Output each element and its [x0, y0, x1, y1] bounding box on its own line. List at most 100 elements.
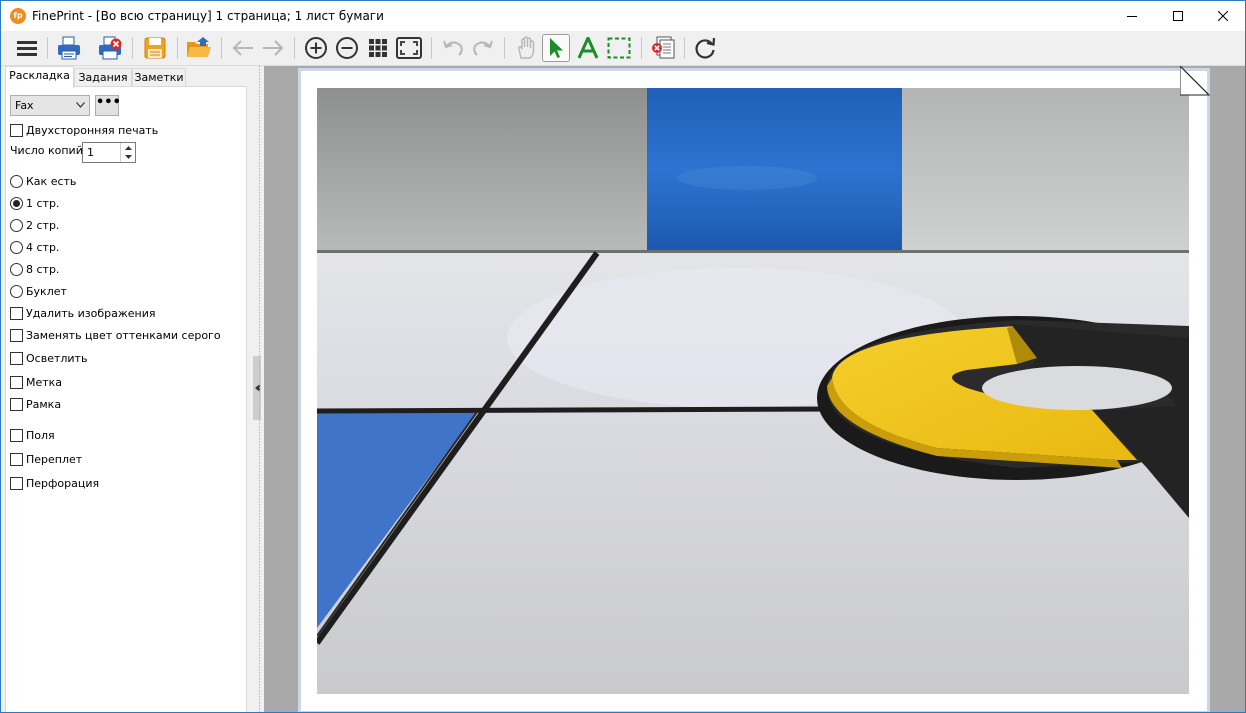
more-options-button[interactable]: ••• [95, 95, 121, 116]
border-label: Рамка [26, 397, 62, 411]
printer-select[interactable]: Fax [10, 95, 90, 116]
undo-button[interactable] [439, 34, 467, 62]
radio-4-pages-label: 4 стр. [26, 240, 60, 254]
app-logo-icon: fp [10, 8, 26, 24]
perforation-checkbox[interactable]: Перфорация [10, 475, 99, 491]
fit-page-button[interactable] [395, 34, 423, 62]
stepper-up-icon[interactable] [121, 143, 135, 152]
perforation-label: Перфорация [26, 476, 100, 490]
title-bar[interactable]: fp FinePrint - [Во всю страницу] 1 стран… [1, 1, 1245, 31]
radio-8-pages[interactable]: 8 стр. [10, 261, 59, 277]
marquee-select-button[interactable] [605, 34, 633, 62]
duplex-checkbox[interactable]: Двухсторонняя печать [10, 122, 158, 138]
stamp-label: Метка [26, 375, 63, 389]
layout-tab-content: Fax ••• Двухсторонняя печать Число копий… [5, 86, 247, 712]
maximize-button[interactable] [1155, 1, 1201, 31]
forward-arrow-icon [263, 40, 284, 56]
radio-as-is-circle[interactable] [10, 174, 23, 188]
tab-notes[interactable]: Заметки [132, 68, 186, 87]
hand-tool-button[interactable] [512, 34, 540, 62]
border-checkbox-box[interactable] [10, 397, 23, 411]
preview-page[interactable] [298, 68, 1210, 712]
margins-label: Поля [26, 428, 55, 442]
panel-splitter[interactable] [252, 66, 264, 712]
back-button[interactable] [229, 34, 257, 62]
close-icon [1218, 11, 1228, 21]
splitter-dotted-line [259, 66, 260, 712]
binding-checkbox[interactable]: Переплет [10, 451, 82, 467]
text-tool-button[interactable] [574, 34, 602, 62]
cancel-print-button[interactable] [96, 34, 124, 62]
refresh-icon [695, 37, 716, 59]
zoom-in-button[interactable] [302, 34, 330, 62]
grid-view-icon [369, 39, 387, 57]
radio-8-pages-label: 8 стр. [26, 262, 60, 276]
remove-images-checkbox[interactable]: Удалить изображения [10, 305, 156, 321]
tab-layout[interactable]: Раскладка [5, 66, 74, 88]
settings-panel: Раскладка Задания Заметки Fax ••• Двухст… [1, 66, 252, 712]
radio-4-pages-circle[interactable] [10, 240, 23, 254]
perforation-checkbox-box[interactable] [10, 476, 23, 490]
chevron-down-icon [76, 102, 85, 108]
stamp-checkbox-box[interactable] [10, 375, 23, 389]
forward-button[interactable] [259, 34, 287, 62]
grayscale-checkbox[interactable]: Заменять цвет оттенками серого [10, 327, 221, 343]
redo-button[interactable] [469, 34, 497, 62]
copies-stepper-arrows[interactable] [120, 143, 135, 162]
save-icon [144, 37, 166, 59]
window-title: FinePrint - [Во всю страницу] 1 страница… [32, 9, 384, 23]
page-image-render [317, 88, 1189, 694]
radio-as-is[interactable]: Как есть [10, 173, 76, 189]
back-arrow-icon [232, 40, 253, 56]
printer-select-value: Fax [15, 99, 34, 112]
delete-page-button[interactable] [649, 34, 677, 62]
radio-booklet[interactable]: Буклет [10, 283, 67, 299]
duplex-checkbox-box[interactable] [10, 123, 23, 137]
redo-icon [473, 40, 493, 56]
radio-booklet-label: Буклет [26, 284, 67, 298]
radio-8-pages-circle[interactable] [10, 262, 23, 276]
open-button[interactable] [185, 34, 213, 62]
open-icon [187, 37, 211, 57]
cancel-print-icon [99, 36, 122, 60]
radio-1-page-circle[interactable] [10, 196, 23, 210]
print-button[interactable] [55, 34, 83, 62]
radio-2-pages-circle[interactable] [10, 218, 23, 232]
close-button[interactable] [1200, 1, 1245, 31]
stamp-checkbox[interactable]: Метка [10, 374, 62, 390]
maximize-icon [1173, 11, 1183, 21]
stepper-down-icon[interactable] [121, 152, 135, 161]
copies-stepper[interactable] [82, 142, 136, 163]
radio-booklet-circle[interactable] [10, 284, 23, 298]
radio-as-is-label: Как есть [26, 174, 77, 188]
minimize-icon [1127, 16, 1137, 17]
margins-checkbox[interactable]: Поля [10, 427, 55, 443]
copies-input[interactable] [83, 143, 119, 162]
radio-4-pages[interactable]: 4 стр. [10, 239, 59, 255]
grayscale-checkbox-box[interactable] [10, 328, 23, 342]
tab-jobs[interactable]: Задания [74, 68, 132, 87]
minimize-button[interactable] [1109, 1, 1155, 31]
refresh-button[interactable] [691, 34, 719, 62]
grid-view-button[interactable] [364, 34, 392, 62]
remove-images-checkbox-box[interactable] [10, 306, 23, 320]
binding-checkbox-box[interactable] [10, 452, 23, 466]
margins-checkbox-box[interactable] [10, 428, 23, 442]
toolbar [1, 31, 1245, 66]
zoom-out-button[interactable] [333, 34, 361, 62]
lighten-checkbox[interactable]: Осветлить [10, 350, 87, 366]
print-preview-area[interactable] [264, 66, 1245, 712]
save-button[interactable] [141, 34, 169, 62]
text-tool-icon [577, 37, 599, 59]
fineprint-window: fp FinePrint - [Во всю страницу] 1 стран… [0, 0, 1246, 713]
copies-label: Число копий: [10, 144, 87, 157]
select-tool-button[interactable] [542, 34, 570, 62]
lighten-checkbox-box[interactable] [10, 351, 23, 365]
border-checkbox[interactable]: Рамка [10, 396, 61, 412]
radio-2-pages-label: 2 стр. [26, 218, 60, 232]
menu-button[interactable] [13, 34, 41, 62]
print-icon [58, 36, 80, 60]
radio-2-pages[interactable]: 2 стр. [10, 217, 59, 233]
grayscale-label: Заменять цвет оттенками серого [26, 328, 221, 342]
radio-1-page[interactable]: 1 стр. [10, 195, 59, 211]
